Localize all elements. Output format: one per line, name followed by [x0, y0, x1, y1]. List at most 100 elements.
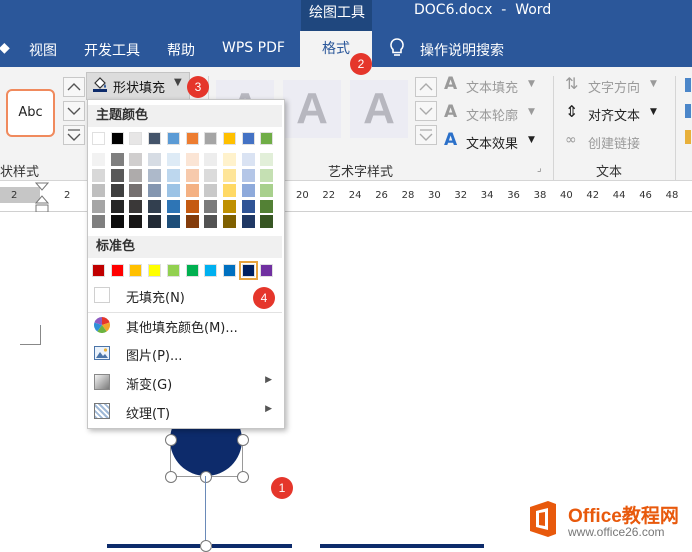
standard-color-swatch[interactable]	[204, 264, 218, 277]
resize-handle[interactable]	[200, 471, 212, 483]
align-text-button[interactable]: 对齐文本	[588, 105, 640, 124]
theme-shade-swatch[interactable]	[260, 168, 274, 182]
theme-shade-swatch[interactable]	[222, 199, 236, 213]
theme-shade-swatch[interactable]	[260, 153, 274, 166]
theme-shade-swatch[interactable]	[185, 215, 199, 228]
tab-wps-pdf[interactable]: WPS PDF	[222, 40, 285, 56]
theme-shade-swatch[interactable]	[92, 215, 105, 228]
text-fill-button[interactable]: 文本填充	[466, 77, 518, 96]
theme-shade-swatch[interactable]	[129, 153, 143, 166]
theme-shade-swatch[interactable]	[148, 153, 162, 166]
theme-color-swatch[interactable]	[204, 132, 218, 145]
theme-color-swatch[interactable]	[241, 132, 255, 145]
menu-item-texture[interactable]: 纹理(T) ▶	[92, 399, 276, 425]
org-chart-box[interactable]	[212, 544, 292, 548]
standard-color-swatch[interactable]	[129, 264, 143, 277]
theme-shade-swatch[interactable]	[241, 168, 255, 182]
theme-color-swatch[interactable]	[110, 132, 124, 145]
arrange-icon[interactable]	[685, 104, 691, 118]
tab-fragment[interactable]: ◆	[0, 40, 10, 56]
theme-shade-swatch[interactable]	[204, 168, 218, 182]
tab-help[interactable]: 帮助	[167, 40, 195, 60]
tell-me-search[interactable]: 操作说明搜索	[420, 40, 504, 60]
theme-shade-swatch[interactable]	[148, 215, 162, 228]
theme-shade-swatch[interactable]	[166, 168, 180, 182]
text-outline-button[interactable]: 文本轮廓	[466, 105, 518, 124]
resize-handle[interactable]	[237, 434, 249, 446]
wordart-style-3[interactable]: A	[350, 80, 408, 138]
wordart-scroll-up-button[interactable]	[415, 77, 437, 97]
theme-shade-swatch[interactable]	[166, 199, 180, 213]
shape-styles-more-button[interactable]	[63, 125, 85, 145]
connector-line[interactable]	[205, 476, 206, 548]
theme-shade-swatch[interactable]	[260, 215, 274, 228]
theme-shade-swatch[interactable]	[129, 199, 143, 213]
theme-color-swatch[interactable]	[260, 132, 274, 145]
theme-color-swatch[interactable]	[92, 132, 105, 145]
wordart-style-2[interactable]: A	[283, 80, 341, 138]
theme-shade-swatch[interactable]	[92, 184, 105, 197]
resize-handle[interactable]	[237, 471, 249, 483]
shape-styles-scroll-up-button[interactable]	[63, 77, 85, 97]
theme-shade-swatch[interactable]	[185, 184, 199, 197]
standard-color-swatch[interactable]	[92, 264, 105, 277]
theme-shade-swatch[interactable]	[148, 184, 162, 197]
theme-shade-swatch[interactable]	[222, 168, 236, 182]
tab-developer[interactable]: 开发工具	[84, 40, 140, 60]
theme-shade-swatch[interactable]	[110, 215, 124, 228]
theme-shade-swatch[interactable]	[222, 153, 236, 166]
menu-item-no-fill[interactable]: 无填充(N)	[92, 283, 276, 309]
wordart-more-button[interactable]	[415, 125, 437, 145]
theme-shade-swatch[interactable]	[166, 184, 180, 197]
indent-marker-icon[interactable]	[35, 182, 49, 214]
theme-shade-swatch[interactable]	[129, 168, 143, 182]
theme-shade-swatch[interactable]	[110, 168, 124, 182]
theme-shade-swatch[interactable]	[185, 153, 199, 166]
theme-shade-swatch[interactable]	[110, 199, 124, 213]
theme-shade-swatch[interactable]	[222, 215, 236, 228]
wordart-scroll-down-button[interactable]	[415, 101, 437, 121]
text-effects-button[interactable]: 文本效果	[466, 133, 518, 152]
theme-shade-swatch[interactable]	[148, 199, 162, 213]
standard-color-swatch[interactable]	[238, 261, 258, 280]
org-chart-box[interactable]	[107, 544, 200, 548]
shape-style-preset[interactable]: Abc	[6, 89, 55, 137]
theme-shade-swatch[interactable]	[204, 199, 218, 213]
theme-shade-swatch[interactable]	[241, 215, 255, 228]
arrange-icon[interactable]	[685, 130, 691, 144]
org-chart-box[interactable]	[320, 544, 484, 548]
menu-item-picture[interactable]: 图片(P)...	[92, 341, 276, 367]
theme-shade-swatch[interactable]	[222, 184, 236, 197]
theme-shade-swatch[interactable]	[204, 215, 218, 228]
theme-color-swatch[interactable]	[185, 132, 199, 145]
shape-styles-scroll-down-button[interactable]	[63, 101, 85, 121]
theme-shade-swatch[interactable]	[241, 199, 255, 213]
theme-shade-swatch[interactable]	[92, 168, 105, 182]
theme-shade-swatch[interactable]	[92, 153, 105, 166]
theme-color-swatch[interactable]	[148, 132, 162, 145]
theme-shade-swatch[interactable]	[129, 215, 143, 228]
theme-shade-swatch[interactable]	[92, 199, 105, 213]
dialog-launcher-icon[interactable]: ⌟	[537, 163, 542, 174]
resize-handle[interactable]	[165, 471, 177, 483]
text-direction-button[interactable]: 文字方向	[588, 77, 640, 96]
create-link-button[interactable]: 创建链接	[588, 133, 640, 152]
theme-shade-swatch[interactable]	[241, 184, 255, 197]
theme-shade-swatch[interactable]	[166, 153, 180, 166]
menu-item-gradient[interactable]: 渐变(G) ▶	[92, 370, 276, 396]
standard-color-swatch[interactable]	[148, 264, 162, 277]
theme-shade-swatch[interactable]	[260, 199, 274, 213]
theme-shade-swatch[interactable]	[185, 168, 199, 182]
resize-handle[interactable]	[165, 434, 177, 446]
tab-view[interactable]: 视图	[29, 40, 57, 60]
standard-color-swatch[interactable]	[222, 264, 236, 277]
theme-shade-swatch[interactable]	[204, 153, 218, 166]
theme-shade-swatch[interactable]	[148, 168, 162, 182]
theme-shade-swatch[interactable]	[204, 184, 218, 197]
theme-shade-swatch[interactable]	[110, 153, 124, 166]
theme-shade-swatch[interactable]	[241, 153, 255, 166]
standard-color-swatch[interactable]	[260, 264, 274, 277]
theme-color-swatch[interactable]	[166, 132, 180, 145]
theme-color-swatch[interactable]	[129, 132, 143, 145]
theme-shade-swatch[interactable]	[260, 184, 274, 197]
